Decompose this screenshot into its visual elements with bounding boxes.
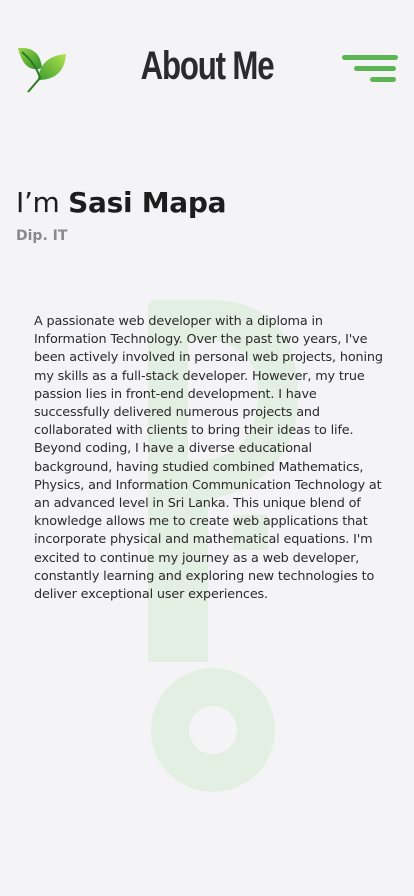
profile-heading: I’m Sasi Mapa (16, 186, 227, 219)
menu-line-middle (354, 66, 396, 71)
menu-line-bottom (370, 77, 396, 82)
page-title: About Me (140, 44, 275, 88)
bio-paragraph: A passionate web developer with a diplom… (34, 314, 383, 603)
qualification-text: Dip. IT (16, 228, 68, 244)
profile-name: Sasi Mapa (68, 186, 227, 219)
hamburger-menu-icon[interactable] (340, 53, 398, 83)
greeting-text: I’m (16, 186, 60, 219)
menu-line-top (342, 55, 398, 60)
